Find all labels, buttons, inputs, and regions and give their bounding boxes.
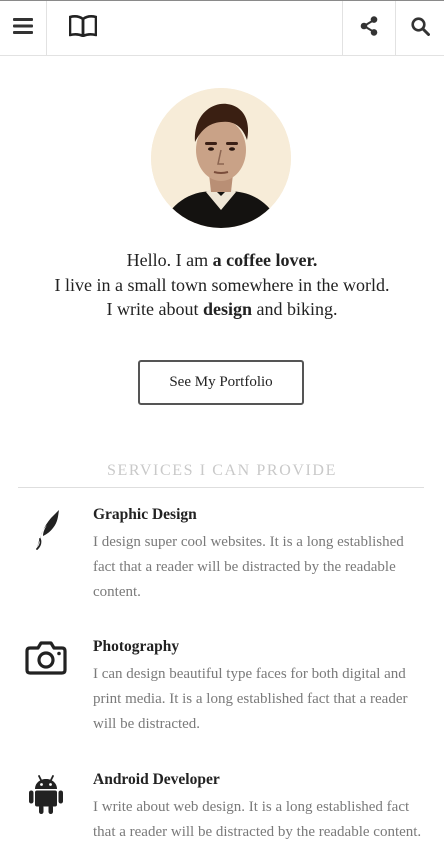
services-heading: SERVICES I CAN PROVIDE [107, 462, 337, 479]
service-title: Graphic Design [93, 506, 197, 523]
search-button[interactable] [396, 1, 444, 56]
intro-line-1-text: Hello. I am [126, 250, 213, 270]
services-divider [18, 487, 424, 488]
avatar [151, 88, 291, 228]
service-title: Android Developer [93, 771, 220, 788]
intro-line-1-bold: a coffee lover. [212, 250, 318, 270]
logo[interactable] [48, 1, 118, 56]
top-bar [0, 0, 444, 56]
share-button[interactable] [342, 1, 396, 56]
service-description: I can design beautiful type faces for bo… [93, 666, 408, 732]
camera-icon [22, 640, 70, 688]
intro-line-3-bold: design [202, 299, 252, 319]
service-description: I design super cool websites. It is a lo… [93, 534, 404, 600]
share-icon [360, 16, 378, 41]
service-description: I write about web design. It is a long e… [93, 799, 422, 840]
search-icon [410, 16, 430, 41]
intro-line-2: I live in a small town somewhere in the … [54, 274, 390, 295]
profile-photo [151, 88, 291, 228]
hamburger-menu-icon [13, 18, 33, 39]
feather-icon [22, 508, 70, 556]
intro-line-3-suffix: and biking. [252, 299, 338, 319]
service-title: Photography [93, 638, 180, 655]
intro-line-3: I write about design and biking. [0, 297, 444, 322]
see-portfolio-button[interactable]: See My Portfolio [138, 360, 304, 405]
menu-button[interactable] [0, 1, 47, 56]
intro-line-1: Hello. I am a coffee lover. [0, 248, 444, 273]
open-book-icon [68, 15, 98, 42]
intro-text: Hello. I am a coffee lover. I live in a … [0, 248, 444, 322]
android-icon [22, 773, 70, 821]
intro-line-3-text: I write about [106, 299, 203, 319]
